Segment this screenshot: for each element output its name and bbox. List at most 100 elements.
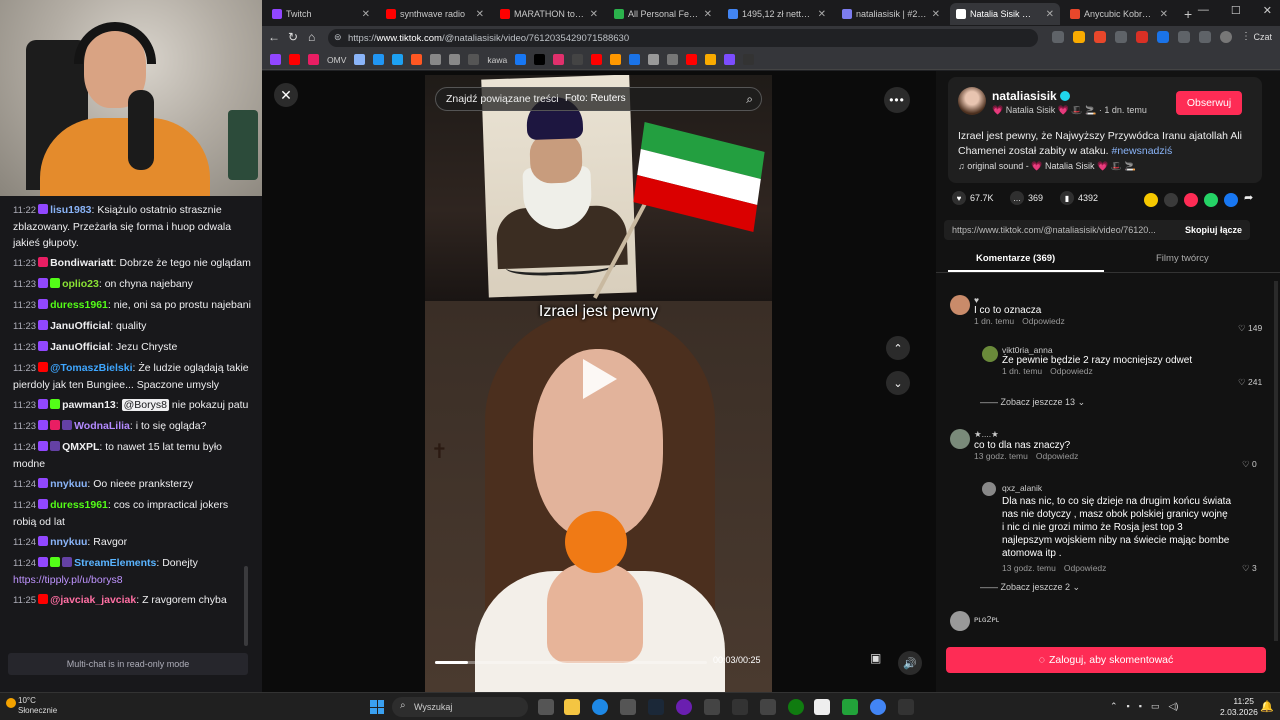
- star-icon[interactable]: [1073, 31, 1085, 43]
- whatsapp-icon[interactable]: [1204, 193, 1218, 207]
- close-window-icon[interactable]: ✕: [1263, 4, 1272, 17]
- puzzle-icon[interactable]: [1178, 31, 1190, 43]
- commenter-avatar[interactable]: [950, 429, 970, 449]
- browser-tab[interactable]: All Personal Feeds ✕: [608, 3, 718, 25]
- speaker-icon[interactable]: ◁): [1168, 701, 1178, 712]
- browser-tab[interactable]: Anycubic Kobra S1 Co ✕: [1064, 3, 1174, 25]
- sound-link[interactable]: ♫ original sound - 💗 Natalia Sisik 💗 🎩 🚬: [958, 161, 1136, 172]
- chevron-up-icon[interactable]: ⌃: [1110, 701, 1118, 712]
- chat-username[interactable]: @TomaszBielski: [50, 362, 132, 374]
- send-icon[interactable]: [1184, 193, 1198, 207]
- search-icon[interactable]: ⌕: [746, 92, 753, 107]
- commenter-avatar[interactable]: [950, 295, 970, 315]
- pip-icon[interactable]: ▣: [870, 651, 890, 671]
- chat-username[interactable]: lisu1983: [50, 204, 91, 216]
- browser-tab[interactable]: 1495,12 zł netto doda ✕: [722, 3, 832, 25]
- minimize-icon[interactable]: —: [1198, 4, 1209, 17]
- tab-comments[interactable]: Komentarze (369): [976, 253, 1055, 264]
- bookmark-icon[interactable]: [373, 54, 385, 65]
- bookmark-icon[interactable]: [610, 54, 622, 65]
- home-icon[interactable]: ⌂: [308, 30, 315, 44]
- browser-tab[interactable]: nataliasisik | #2 Rankin ✕: [836, 3, 946, 25]
- creator-avatar[interactable]: [958, 87, 986, 115]
- bookmark-icon[interactable]: [449, 54, 461, 65]
- embed-share-icon[interactable]: [1144, 193, 1158, 207]
- browser-tab[interactable]: synthwave radio ✕: [380, 3, 490, 25]
- app-icon[interactable]: [760, 699, 776, 715]
- app-icon[interactable]: [676, 699, 692, 715]
- close-tab-icon[interactable]: ✕: [818, 9, 826, 20]
- chat-link[interactable]: https://tipply.pl/u/borys8: [13, 574, 123, 586]
- menu-icon[interactable]: ⋮: [1241, 31, 1253, 43]
- code-icon[interactable]: [1164, 193, 1178, 207]
- taskbar-search[interactable]: ⌕ Wyszukaj: [392, 697, 528, 717]
- tab-creator-videos[interactable]: Filmy twórcy: [1156, 253, 1209, 264]
- close-icon[interactable]: ✕: [274, 83, 298, 107]
- close-tab-icon[interactable]: ✕: [704, 9, 712, 20]
- volume-icon[interactable]: 🔊: [898, 651, 922, 675]
- bookmark-icon[interactable]: [705, 54, 717, 65]
- maps-icon[interactable]: [704, 699, 720, 715]
- browser-tab[interactable]: MARATHON to niesteł ✕: [494, 3, 604, 25]
- reload-icon[interactable]: ↻: [288, 30, 298, 44]
- store-icon[interactable]: [620, 699, 636, 715]
- chat-username[interactable]: duress1961: [50, 299, 108, 311]
- chat-username[interactable]: StreamElements: [74, 557, 156, 569]
- file-explorer-icon[interactable]: [564, 699, 580, 715]
- play-icon[interactable]: [583, 359, 617, 399]
- close-tab-icon[interactable]: ✕: [590, 9, 598, 20]
- terminal-icon[interactable]: [732, 699, 748, 715]
- chat-username[interactable]: oplio23: [62, 278, 99, 290]
- reply-button[interactable]: Odpowiedz: [1064, 563, 1107, 573]
- bookmark-icon[interactable]: [354, 54, 366, 65]
- bookmark-icon[interactable]: [411, 54, 423, 65]
- chat-log[interactable]: 11:22 lisu1983: Książulo ostatnio straszn…: [0, 198, 262, 692]
- comment-like[interactable]: ♡ 241: [1238, 377, 1262, 388]
- chevron-down-icon[interactable]: ⌄: [886, 371, 910, 395]
- bookmark-icon[interactable]: [289, 54, 300, 65]
- weather-widget[interactable]: 10°C Słonecznie: [6, 696, 57, 716]
- extension-icon[interactable]: [1052, 31, 1064, 43]
- chrome-icon[interactable]: [870, 699, 886, 715]
- chat-username[interactable]: duress1961: [50, 499, 108, 511]
- reply-button[interactable]: Odpowiedz: [1050, 366, 1093, 376]
- chat-scrollbar[interactable]: [244, 566, 248, 646]
- extension-icon[interactable]: [1157, 31, 1169, 43]
- edge-icon[interactable]: [592, 699, 608, 715]
- chat-username[interactable]: JanuOfficial: [50, 320, 110, 332]
- browser-tab[interactable]: Natalia Sisik 💗 🎩 🚬 ✕: [950, 3, 1060, 25]
- bookmark-icon[interactable]: [629, 54, 641, 65]
- close-tab-icon[interactable]: ✕: [1160, 9, 1168, 20]
- notification-icon[interactable]: 🔔: [1260, 700, 1274, 713]
- extension-icon[interactable]: [1115, 31, 1127, 43]
- bookmark-icon[interactable]: [743, 54, 755, 65]
- follow-button[interactable]: Obserwuj: [1176, 91, 1242, 115]
- chevron-up-icon[interactable]: ⌃: [886, 336, 910, 360]
- tray-app-icon[interactable]: ▪: [1127, 701, 1130, 712]
- windows-start-icon[interactable]: [370, 700, 384, 714]
- comment-like[interactable]: ♡ 3: [1242, 563, 1257, 574]
- network-icon[interactable]: ▭: [1151, 701, 1160, 712]
- app-icon[interactable]: [842, 699, 858, 715]
- tray-app-icon[interactable]: ▪: [1139, 701, 1142, 712]
- comment-like[interactable]: ♡ 149: [1238, 323, 1262, 334]
- video-progress-bar[interactable]: [435, 661, 707, 664]
- facebook-icon[interactable]: [1224, 193, 1238, 207]
- comment-like[interactable]: ♡ 0: [1242, 459, 1257, 470]
- extension-icon[interactable]: [1094, 31, 1106, 43]
- creator-username[interactable]: nataliasisik: [992, 89, 1070, 103]
- bookmark-label[interactable]: kawa: [487, 55, 507, 65]
- chat-username[interactable]: pawman13: [62, 399, 116, 411]
- view-more-replies[interactable]: —— Zobacz jeszcze 2 ⌄: [980, 582, 1080, 593]
- back-icon[interactable]: ←: [268, 30, 280, 44]
- like-button[interactable]: ♥ 67.7K: [952, 191, 994, 205]
- bookmark-icon[interactable]: [430, 54, 442, 65]
- sidebar-icon[interactable]: [1199, 31, 1211, 43]
- url-input[interactable]: ⊜ https://www.tiktok.com/@nataliasisik/v…: [328, 29, 1038, 47]
- more-options-icon[interactable]: •••: [884, 87, 910, 113]
- bookmark-label[interactable]: OMV: [327, 55, 346, 65]
- bookmark-icon[interactable]: [308, 54, 319, 65]
- copilot-chat-button[interactable]: Czat: [1253, 32, 1272, 42]
- hashtag-link[interactable]: #newsnadziś: [1112, 145, 1173, 157]
- bookmark-icon[interactable]: [553, 54, 565, 65]
